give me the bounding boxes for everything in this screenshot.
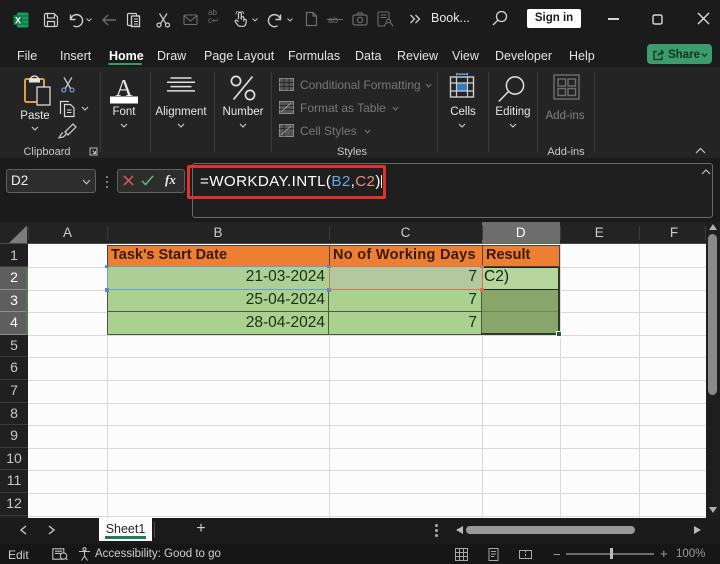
- svg-text:X: X: [15, 15, 21, 25]
